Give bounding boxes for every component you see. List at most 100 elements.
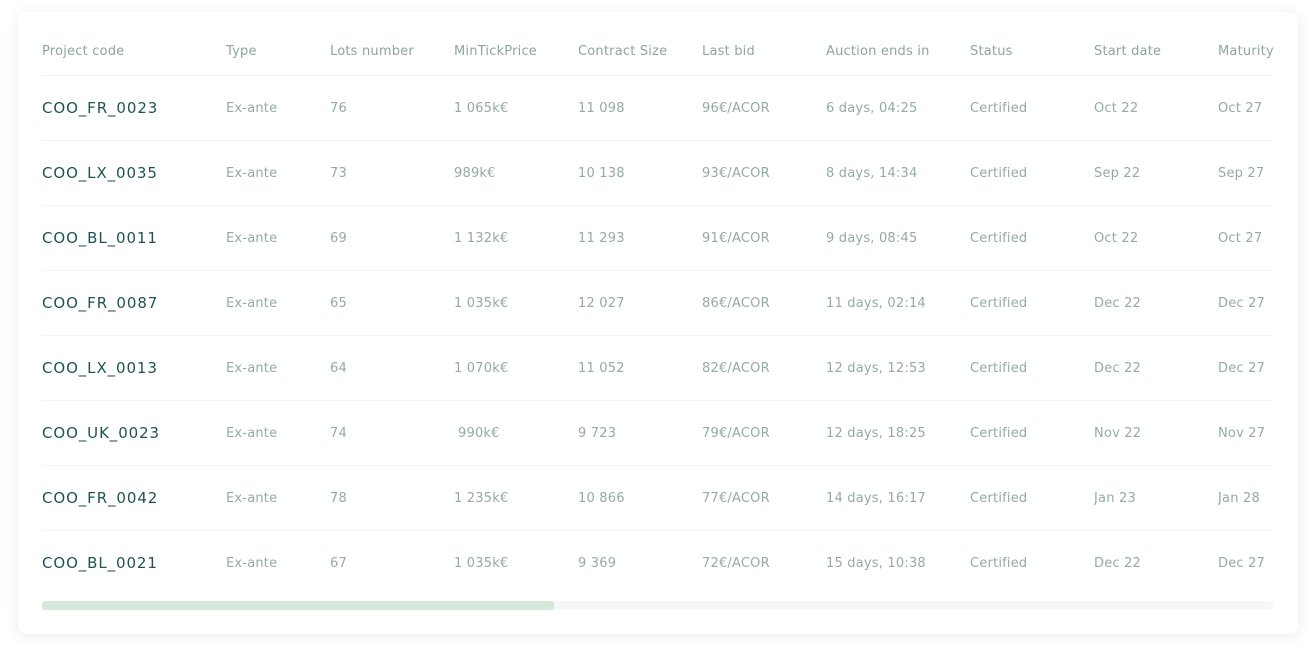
column-header-auction-ends-in[interactable]: Auction ends in — [826, 44, 970, 59]
cell-project-code[interactable]: COO_UK_0023 — [42, 424, 226, 442]
cell-start-date: Dec 22 — [1094, 295, 1142, 311]
cell-last-bid: 77€/ACOR — [702, 490, 770, 506]
column-header-start-date[interactable]: Start date — [1094, 44, 1218, 59]
cell-start-date: Sep 22 — [1094, 165, 1141, 181]
cell-maturity: Sep 27 — [1218, 165, 1265, 181]
cell-contract-size: 11 098 — [578, 100, 625, 116]
cell-maturity: Oct 27 — [1218, 230, 1263, 246]
cell-contract-size: 9 369 — [578, 555, 617, 571]
cell-type: Ex-ante — [226, 295, 278, 311]
cell-lots-number: 64 — [330, 360, 347, 376]
cell-last-bid: 93€/ACOR — [702, 165, 770, 181]
cell-last-bid: 91€/ACOR — [702, 230, 770, 246]
cell-maturity: Dec 27 — [1218, 360, 1266, 376]
cell-auction-ends-in: 8 days, 14:34 — [826, 165, 918, 181]
cell-auction-ends-in: 15 days, 10:38 — [826, 555, 926, 571]
cell-start-date: Dec 22 — [1094, 360, 1142, 376]
column-header-maturity[interactable]: Maturity — [1218, 44, 1273, 59]
table-row[interactable]: COO_UK_0023 Ex-ante 74 990k€ 9 723 79€/A… — [42, 400, 1273, 465]
cell-min-tick-price: 1 065k€ — [454, 100, 509, 116]
cell-min-tick-price: 989k€ — [454, 165, 496, 181]
cell-lots-number: 67 — [330, 555, 347, 571]
cell-start-date: Oct 22 — [1094, 100, 1139, 116]
cell-lots-number: 76 — [330, 100, 347, 116]
cell-last-bid: 96€/ACOR — [702, 100, 770, 116]
table-row[interactable]: COO_BL_0011 Ex-ante 69 1 132k€ 11 293 91… — [42, 205, 1273, 270]
cell-start-date: Nov 22 — [1094, 425, 1142, 441]
cell-contract-size: 11 052 — [578, 360, 625, 376]
cell-project-code[interactable]: COO_BL_0011 — [42, 229, 226, 247]
cell-lots-number: 69 — [330, 230, 347, 246]
cell-contract-size: 10 138 — [578, 165, 625, 181]
cell-project-code[interactable]: COO_FR_0087 — [42, 294, 226, 312]
column-header-project-code[interactable]: Project code — [42, 44, 226, 59]
table-row[interactable]: COO_FR_0023 Ex-ante 76 1 065k€ 11 098 96… — [42, 75, 1273, 140]
cell-status: Certified — [970, 490, 1028, 506]
table-row[interactable]: COO_BL_0021 Ex-ante 67 1 035k€ 9 369 72€… — [42, 530, 1273, 595]
horizontal-scrollbar-track[interactable] — [42, 601, 1273, 610]
cell-lots-number: 65 — [330, 295, 347, 311]
cell-type: Ex-ante — [226, 555, 278, 571]
cell-maturity: Nov 27 — [1218, 425, 1266, 441]
cell-contract-size: 11 293 — [578, 230, 625, 246]
cell-status: Certified — [970, 165, 1028, 181]
cell-status: Certified — [970, 360, 1028, 376]
column-header-type[interactable]: Type — [226, 44, 330, 59]
cell-min-tick-price: 1 132k€ — [454, 230, 509, 246]
cell-contract-size: 12 027 — [578, 295, 625, 311]
cell-type: Ex-ante — [226, 425, 278, 441]
cell-last-bid: 79€/ACOR — [702, 425, 770, 441]
cell-auction-ends-in: 9 days, 08:45 — [826, 230, 918, 246]
cell-auction-ends-in: 6 days, 04:25 — [826, 100, 918, 116]
table-row[interactable]: COO_LX_0035 Ex-ante 73 989k€ 10 138 93€/… — [42, 140, 1273, 205]
cell-last-bid: 86€/ACOR — [702, 295, 770, 311]
cell-type: Ex-ante — [226, 490, 278, 506]
column-header-contract-size[interactable]: Contract Size — [578, 44, 702, 59]
cell-lots-number: 78 — [330, 490, 347, 506]
table-row[interactable]: COO_FR_0087 Ex-ante 65 1 035k€ 12 027 86… — [42, 270, 1273, 335]
cell-status: Certified — [970, 230, 1028, 246]
column-header-status[interactable]: Status — [970, 44, 1094, 59]
cell-status: Certified — [970, 100, 1028, 116]
cell-start-date: Jan 23 — [1094, 490, 1136, 506]
table-row[interactable]: COO_FR_0042 Ex-ante 78 1 235k€ 10 866 77… — [42, 465, 1273, 530]
cell-type: Ex-ante — [226, 100, 278, 116]
cell-lots-number: 73 — [330, 165, 347, 181]
cell-lots-number: 74 — [330, 425, 347, 441]
column-header-last-bid[interactable]: Last bid — [702, 44, 826, 59]
cell-auction-ends-in: 14 days, 16:17 — [826, 490, 926, 506]
cell-maturity: Dec 27 — [1218, 555, 1266, 571]
cell-maturity: Jan 28 — [1218, 490, 1260, 506]
cell-project-code[interactable]: COO_LX_0035 — [42, 164, 226, 182]
cell-contract-size: 10 866 — [578, 490, 625, 506]
auction-table-card: Project code Type Lots number MinTickPri… — [18, 12, 1298, 634]
cell-auction-ends-in: 12 days, 18:25 — [826, 425, 926, 441]
cell-project-code[interactable]: COO_LX_0013 — [42, 359, 226, 377]
cell-auction-ends-in: 11 days, 02:14 — [826, 295, 926, 311]
cell-auction-ends-in: 12 days, 12:53 — [826, 360, 926, 376]
column-header-lots-number[interactable]: Lots number — [330, 44, 454, 59]
cell-min-tick-price: 1 035k€ — [454, 555, 509, 571]
cell-min-tick-price: 1 235k€ — [454, 490, 509, 506]
cell-status: Certified — [970, 555, 1028, 571]
cell-last-bid: 82€/ACOR — [702, 360, 770, 376]
cell-maturity: Oct 27 — [1218, 100, 1263, 116]
cell-status: Certified — [970, 425, 1028, 441]
table-header-row: Project code Type Lots number MinTickPri… — [42, 28, 1273, 75]
cell-type: Ex-ante — [226, 230, 278, 246]
horizontal-scrollbar-thumb[interactable] — [42, 601, 555, 610]
cell-maturity: Dec 27 — [1218, 295, 1266, 311]
cell-project-code[interactable]: COO_BL_0021 — [42, 554, 226, 572]
cell-start-date: Dec 22 — [1094, 555, 1142, 571]
cell-project-code[interactable]: COO_FR_0042 — [42, 489, 226, 507]
table-row[interactable]: COO_LX_0013 Ex-ante 64 1 070k€ 11 052 82… — [42, 335, 1273, 400]
auction-table: Project code Type Lots number MinTickPri… — [42, 28, 1273, 595]
column-header-min-tick-price[interactable]: MinTickPrice — [454, 44, 578, 59]
cell-min-tick-price: 1 035k€ — [454, 295, 509, 311]
cell-type: Ex-ante — [226, 165, 278, 181]
cell-contract-size: 9 723 — [578, 425, 617, 441]
cell-last-bid: 72€/ACOR — [702, 555, 770, 571]
cell-min-tick-price: 990k€ — [458, 425, 500, 441]
cell-status: Certified — [970, 295, 1028, 311]
cell-project-code[interactable]: COO_FR_0023 — [42, 99, 226, 117]
